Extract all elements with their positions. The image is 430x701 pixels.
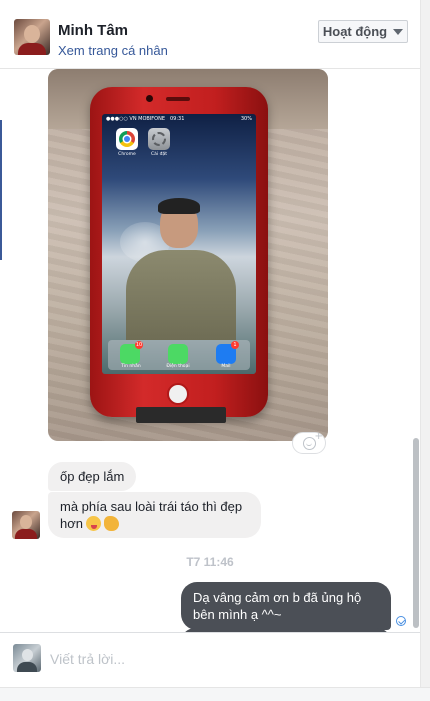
contact-avatar[interactable] [14,19,50,55]
phone-app-label: Điện thoại [166,364,190,369]
photo-phone-case: ●●●○○ VN MOBIFONE 09:31 30% Chrome Cài đ… [90,87,268,417]
reply-composer [0,632,420,687]
photo-phone-stand [136,407,226,423]
settings-app-label: Cài đặt [151,152,167,157]
view-profile-link[interactable]: Xem trang cá nhân [58,43,168,58]
wallpaper-body [126,250,236,340]
caret-down-icon [393,28,404,35]
phone-home-button [167,383,189,405]
message-text: Dạ vâng cảm ơn b đã ủng hộ bên mình ạ ^^… [193,590,362,622]
wallpaper-hair [158,198,200,214]
wallpaper-portrait [120,198,240,342]
window-bottom-edge [0,687,430,701]
messages-icon: 10 [120,341,143,364]
contact-name[interactable]: Minh Tâm [58,22,128,39]
thread-left-accent [0,120,2,260]
phone-speaker [166,97,190,101]
message-thread[interactable]: ●●●○○ VN MOBIFONE 09:31 30% Chrome Cài đ… [0,69,420,632]
avatar-shirt [18,43,46,55]
chrome-app-label: Chrome [118,152,136,157]
sender-avatar[interactable] [12,511,40,539]
phone-carrier: ●●●○○ VN MOBIFONE [106,116,166,122]
avatar-shirt [17,662,37,672]
incoming-message[interactable]: mà phía sau loài trái táo thì đẹp hơn [48,492,261,538]
mail-icon: 1 [216,341,239,364]
phone-icon [168,344,188,364]
scrollbar-track[interactable] [420,0,430,701]
photo-attachment[interactable]: ●●●○○ VN MOBIFONE 09:31 30% Chrome Cài đ… [48,69,328,441]
my-avatar [13,644,41,672]
add-reaction-button[interactable] [292,431,326,454]
scrollbar-thumb[interactable] [413,438,419,628]
phone-battery: 30% [240,116,252,122]
phone-screen: ●●●○○ VN MOBIFONE 09:31 30% Chrome Cài đ… [102,114,256,374]
reply-input[interactable] [50,649,400,669]
avatar-face [24,25,40,43]
avatar-face [22,649,33,661]
chat-header: Minh Tâm Xem trang cá nhân Hoạt động [0,0,420,69]
avatar-face [20,515,32,529]
messages-badge: 10 [135,341,143,349]
phone-statusbar: ●●●○○ VN MOBIFONE 09:31 30% [102,114,256,124]
wink-tongue-emoji [86,516,101,531]
chrome-icon [116,128,138,150]
incoming-message[interactable]: ốp đẹp lắm [48,462,137,491]
mail-badge: 1 [231,341,239,349]
outgoing-message[interactable]: Dạ vâng cảm ơn b đã ủng hộ bên mình ạ ^^… [181,582,391,630]
status-dropdown-label: Hoạt động [322,24,388,39]
status-dropdown-button[interactable]: Hoạt động [318,20,408,43]
phone-camera [146,95,153,102]
avatar-shirt [15,529,37,539]
phone-time: 09:31 [170,116,185,122]
message-text: ốp đẹp lắm [60,469,125,484]
mail-app-label: Mail [221,364,231,369]
clap-emoji [104,516,119,531]
sent-check-icon [396,616,406,626]
smiley-plus-icon [302,431,323,450]
phone-dock: 10 1 Tin nhắn Điện thoại Mail [108,340,250,370]
messages-app-label: Tin nhắn [121,364,141,369]
settings-icon [148,128,170,150]
message-timestamp: T7 11:46 [186,555,234,569]
